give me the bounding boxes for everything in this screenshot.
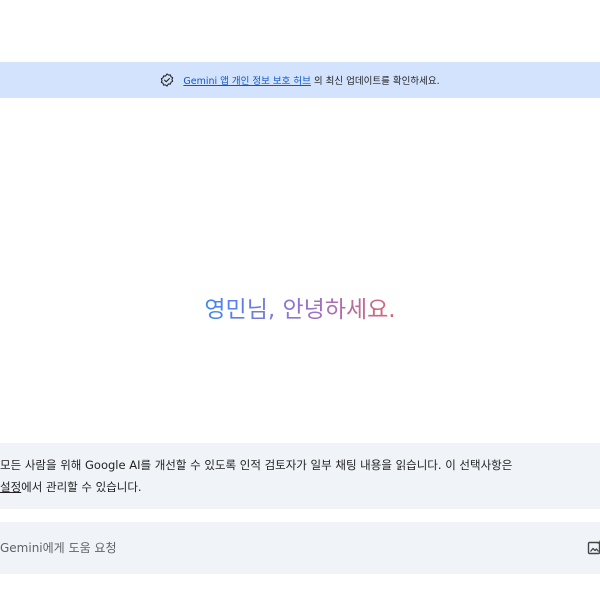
privacy-hub-link[interactable]: Gemini 앱 개인 정보 보호 허브 (183, 73, 311, 87)
greeting-heading: 영민님, 안녕하세요. (0, 290, 600, 330)
notice-line-1: 모든 사람을 위해 Google AI를 개선할 수 있도록 인적 검토자가 일… (0, 458, 513, 472)
settings-link[interactable]: 설정 (0, 480, 21, 494)
human-review-notice: 모든 사람을 위해 Google AI를 개선할 수 있도록 인적 검토자가 일… (0, 443, 600, 509)
banner-suffix-text: 의 최신 업데이트를 확인하세요. (313, 76, 440, 87)
image-upload-icon[interactable] (587, 540, 600, 556)
notice-line-2: 설정에서 관리할 수 있습니다. (0, 476, 600, 498)
gemini-page: Gemini 앱 개인 정보 보호 허브 의 최신 업데이트를 확인하세요. 영… (0, 0, 600, 600)
privacy-hub-banner: Gemini 앱 개인 정보 보호 허브 의 최신 업데이트를 확인하세요. (0, 62, 600, 98)
verified-check-icon (160, 73, 174, 87)
prompt-box (0, 522, 600, 574)
greeting-text: 영민님, 안녕하세요. (204, 297, 396, 323)
notice-line-2-text: 에서 관리할 수 있습니다. (21, 480, 142, 494)
prompt-input[interactable] (0, 522, 580, 574)
